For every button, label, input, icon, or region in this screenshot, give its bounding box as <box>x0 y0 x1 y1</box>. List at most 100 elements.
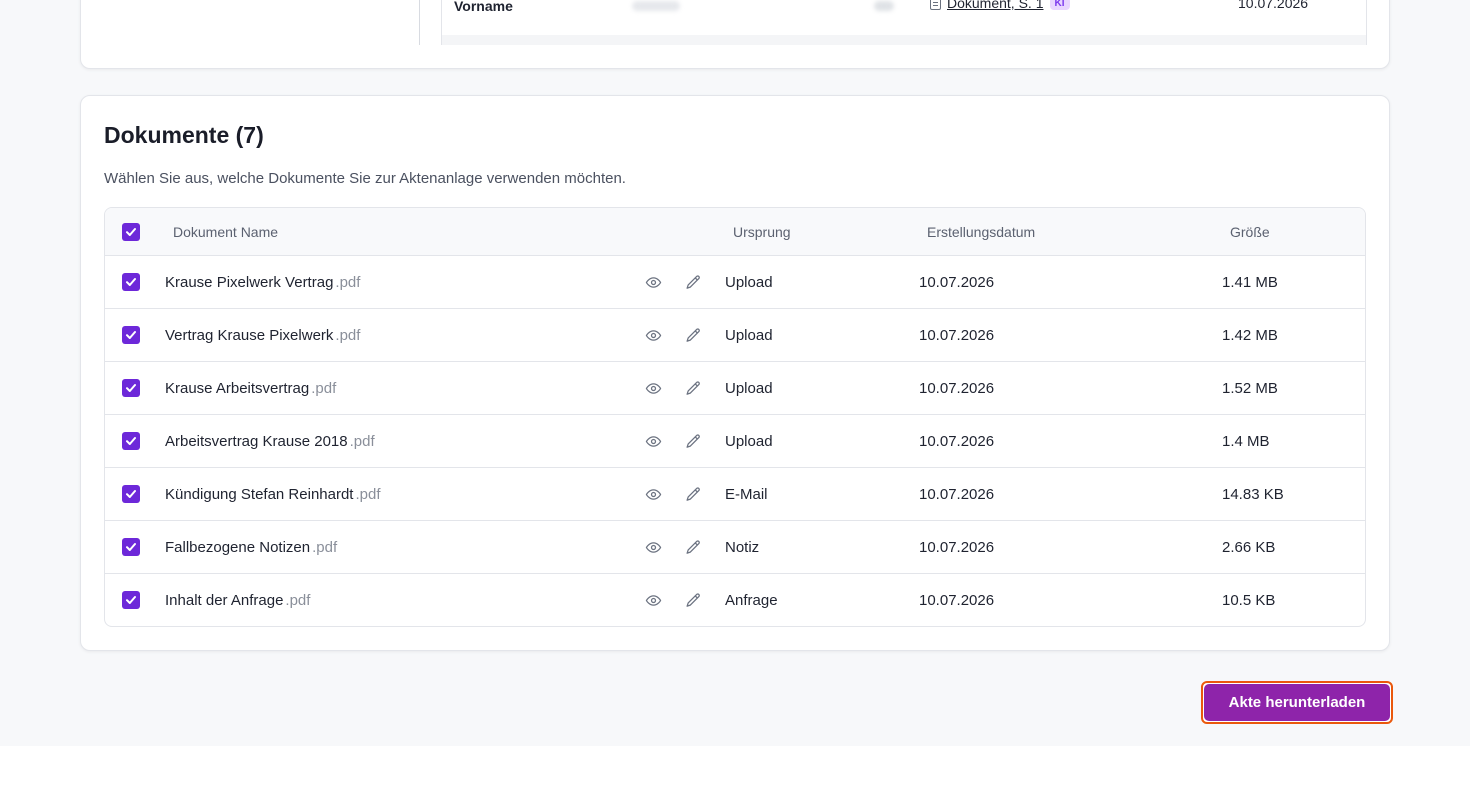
source-link-text[interactable]: Dokument, S. 1 <box>947 0 1044 11</box>
document-extension: .pdf <box>311 380 337 397</box>
row-checkbox[interactable] <box>122 273 140 291</box>
edit-pencil-icon[interactable] <box>684 538 702 556</box>
document-name-text: Fallbezogene Notizen <box>165 539 311 556</box>
column-header-size[interactable]: Größe <box>1230 208 1270 256</box>
edit-pencil-icon[interactable] <box>684 326 702 344</box>
document-extension: .pdf <box>349 433 375 450</box>
documents-subtitle: Wählen Sie aus, welche Dokumente Sie zur… <box>104 170 626 187</box>
download-file-button[interactable]: Akte herunterladen <box>1204 684 1390 721</box>
document-origin: Upload <box>725 380 773 397</box>
preview-eye-icon[interactable] <box>644 538 662 556</box>
check-icon <box>126 490 136 498</box>
row-checkbox[interactable] <box>122 432 140 450</box>
document-name-text: Arbeitsvertrag Krause 2018 <box>165 433 348 450</box>
document-size: 1.41 MB <box>1222 274 1278 291</box>
table-body: Krause Pixelwerk Vertrag .pdf Upload 10.0… <box>105 256 1365 626</box>
document-date: 10.07.2026 <box>919 274 995 291</box>
extracted-fields-table: Vorname Dokument, S. 1 KI 10.07.2026 <box>441 0 1367 45</box>
check-icon <box>126 596 136 604</box>
edit-pencil-icon[interactable] <box>684 485 702 503</box>
table-footer <box>442 35 1366 45</box>
select-all-checkbox[interactable] <box>122 223 140 241</box>
documents-card: Dokumente (7) Wählen Sie aus, welche Dok… <box>80 95 1390 651</box>
preview-eye-icon[interactable] <box>644 273 662 291</box>
table-row: Krause Pixelwerk Vertrag .pdf Upload 10.0… <box>105 256 1365 309</box>
row-checkbox[interactable] <box>122 326 140 344</box>
table-row: Inhalt der Anfrage .pdf Anfrage 10.07.202… <box>105 574 1365 626</box>
document-origin: Upload <box>725 327 773 344</box>
document-name[interactable]: Fallbezogene Notizen .pdf <box>165 521 337 574</box>
preview-eye-icon[interactable] <box>644 326 662 344</box>
edit-pencil-icon[interactable] <box>684 432 702 450</box>
document-name[interactable]: Vertrag Krause Pixelwerk .pdf <box>165 309 360 362</box>
field-date: 10.07.2026 <box>1238 0 1309 11</box>
document-name[interactable]: Arbeitsvertrag Krause 2018 .pdf <box>165 415 375 468</box>
documents-table: Dokument Name Ursprung Erstellungsdatum … <box>104 207 1366 627</box>
table-header: Dokument Name Ursprung Erstellungsdatum … <box>105 208 1365 256</box>
document-extension: .pdf <box>335 274 361 291</box>
document-origin: E-Mail <box>725 486 768 503</box>
document-name-text: Krause Arbeitsvertrag <box>165 380 310 397</box>
row-checkbox[interactable] <box>122 538 140 556</box>
edit-pencil-icon[interactable] <box>684 273 702 291</box>
source-document-link[interactable]: Dokument, S. 1 KI <box>930 0 1070 11</box>
table-row: Krause Arbeitsvertrag .pdf Upload 10.07.2… <box>105 362 1365 415</box>
document-extension: .pdf <box>335 327 361 344</box>
table-row: Kündigung Stefan Reinhardt .pdf E-Mail 10… <box>105 468 1365 521</box>
column-header-origin[interactable]: Ursprung <box>733 208 791 256</box>
check-icon <box>126 437 136 445</box>
document-name[interactable]: Inhalt der Anfrage .pdf <box>165 574 311 626</box>
document-date: 10.07.2026 <box>919 486 995 503</box>
document-name-text: Inhalt der Anfrage <box>165 592 284 609</box>
document-size: 1.52 MB <box>1222 380 1278 397</box>
preview-eye-icon[interactable] <box>644 379 662 397</box>
column-header-name[interactable]: Dokument Name <box>173 208 278 256</box>
document-name[interactable]: Kündigung Stefan Reinhardt .pdf <box>165 468 381 521</box>
document-size: 10.5 KB <box>1222 592 1276 609</box>
preview-eye-icon[interactable] <box>644 432 662 450</box>
document-name-text: Kündigung Stefan Reinhardt <box>165 486 354 503</box>
check-icon <box>126 228 136 236</box>
document-name-text: Vertrag Krause Pixelwerk <box>165 327 334 344</box>
check-icon <box>126 384 136 392</box>
table-row: Arbeitsvertrag Krause 2018 .pdf Upload 10… <box>105 415 1365 468</box>
document-size: 1.4 MB <box>1222 433 1270 450</box>
document-origin: Upload <box>725 274 773 291</box>
preview-eye-icon[interactable] <box>644 591 662 609</box>
top-card: Vorname Dokument, S. 1 KI 10.07.2026 <box>80 0 1390 69</box>
edit-pencil-icon[interactable] <box>684 379 702 397</box>
preview-eye-icon[interactable] <box>644 485 662 503</box>
document-extension: .pdf <box>285 592 311 609</box>
table-row: Vertrag Krause Pixelwerk .pdf Upload 10.0… <box>105 309 1365 362</box>
document-name[interactable]: Krause Pixelwerk Vertrag .pdf <box>165 256 360 309</box>
document-extension: .pdf <box>312 539 338 556</box>
check-icon <box>126 543 136 551</box>
documents-title: Dokumente (7) <box>104 122 264 148</box>
blurred-value <box>632 1 680 11</box>
document-date: 10.07.2026 <box>919 592 995 609</box>
document-name[interactable]: Krause Arbeitsvertrag .pdf <box>165 362 336 415</box>
field-row: Vorname Dokument, S. 1 KI 10.07.2026 <box>454 0 1366 17</box>
table-row: Fallbezogene Notizen .pdf Notiz 10.07.202… <box>105 521 1365 574</box>
document-origin: Upload <box>725 433 773 450</box>
ki-badge: KI <box>1049 0 1070 10</box>
column-header-date[interactable]: Erstellungsdatum <box>927 208 1035 256</box>
check-icon <box>126 331 136 339</box>
document-date: 10.07.2026 <box>919 327 995 344</box>
document-date: 10.07.2026 <box>919 433 995 450</box>
document-size: 1.42 MB <box>1222 327 1278 344</box>
document-size: 14.83 KB <box>1222 486 1284 503</box>
download-file-button-focus-ring: Akte herunterladen <box>1201 681 1393 724</box>
edit-pencil-icon[interactable] <box>684 591 702 609</box>
row-checkbox[interactable] <box>122 379 140 397</box>
row-checkbox[interactable] <box>122 591 140 609</box>
document-date: 10.07.2026 <box>919 539 995 556</box>
field-label: Vorname <box>454 0 513 14</box>
check-icon <box>126 278 136 286</box>
blurred-confidence <box>874 1 894 11</box>
document-origin: Notiz <box>725 539 760 556</box>
document-size: 2.66 KB <box>1222 539 1276 556</box>
document-name-text: Krause Pixelwerk Vertrag <box>165 274 334 291</box>
document-extension: .pdf <box>355 486 381 503</box>
row-checkbox[interactable] <box>122 485 140 503</box>
